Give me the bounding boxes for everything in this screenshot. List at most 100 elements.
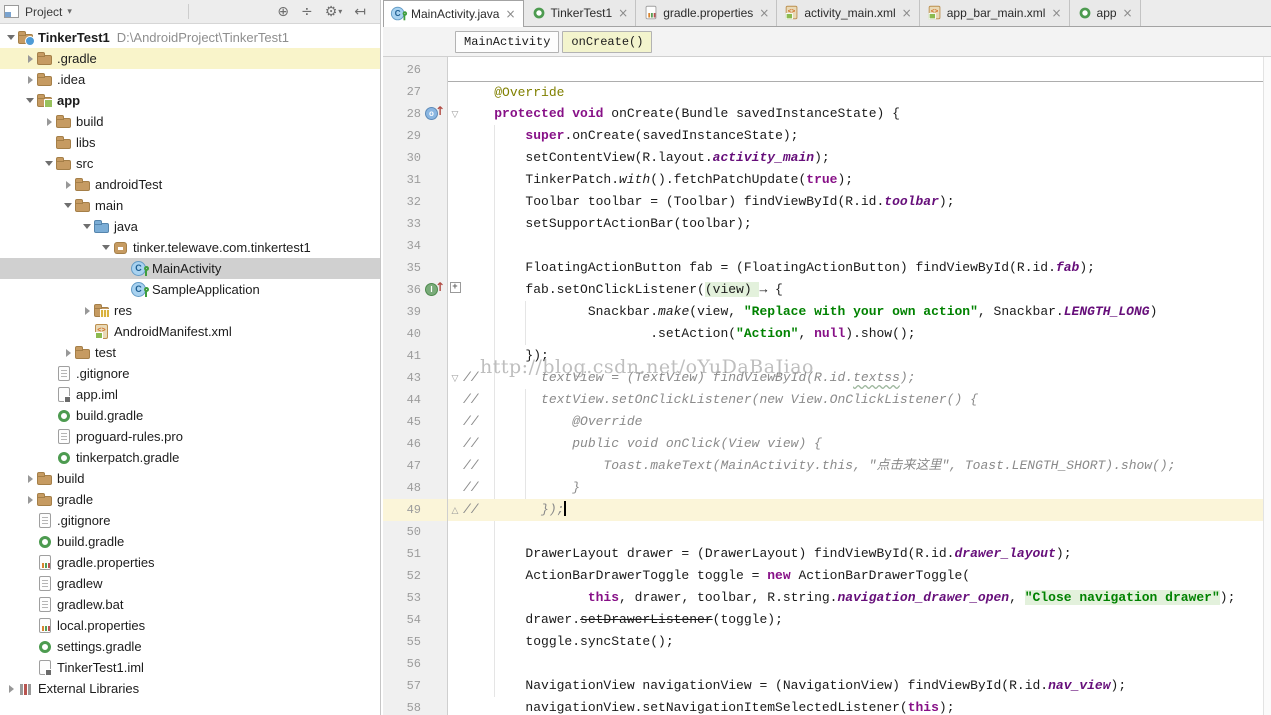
expand-arrow-icon[interactable]	[80, 303, 94, 318]
code-line-content[interactable]: fab.setOnClickListener((view) → {	[463, 279, 1263, 301]
line-number[interactable]: 52	[383, 565, 425, 587]
tree-item-proguard-rules-pro[interactable]: proguard-rules.pro	[0, 426, 380, 447]
breadcrumb-mainactivity[interactable]: MainActivity	[455, 30, 560, 53]
implements-method-icon[interactable]	[425, 279, 447, 301]
fold-open-icon[interactable]: ▽	[452, 110, 459, 120]
tree-item-gradlew[interactable]: gradlew	[0, 573, 380, 594]
code-line-content[interactable]	[463, 653, 1263, 675]
tree-item-mainactivity[interactable]: MainActivity	[0, 258, 380, 279]
tree-item-res[interactable]: res	[0, 300, 380, 321]
line-number[interactable]: 28	[383, 103, 425, 125]
tree-item-tinker-telewave-com-tinkertest1[interactable]: tinker.telewave.com.tinkertest1	[0, 237, 380, 258]
project-view-selector[interactable]: Project	[25, 5, 62, 19]
tab-activity-main-xml[interactable]: activity_main.xml ×	[777, 0, 920, 26]
tool-window-icon[interactable]	[4, 5, 19, 18]
line-number[interactable]: 47	[383, 455, 425, 477]
line-number[interactable]: 44	[383, 389, 425, 411]
tab-gradle-properties[interactable]: gradle.properties ×	[636, 0, 778, 26]
tab-tinkertest1[interactable]: TinkerTest1 ×	[523, 0, 637, 26]
tree-item-test[interactable]: test	[0, 342, 380, 363]
editor-scrollbar[interactable]	[1263, 57, 1271, 715]
code-line-content[interactable]: super.onCreate(savedInstanceState);	[463, 125, 1263, 147]
expand-arrow-icon[interactable]	[23, 471, 37, 486]
expand-arrow-icon[interactable]	[23, 492, 37, 507]
collapse-arrow-icon[interactable]	[23, 93, 37, 108]
line-number[interactable]: 49	[383, 499, 425, 521]
code-line-content[interactable]: // textView = (TextView) findViewById(R.…	[463, 367, 1263, 389]
line-number[interactable]: 48	[383, 477, 425, 499]
hide-panel-icon[interactable]: ↤	[354, 4, 366, 20]
line-number[interactable]: 57	[383, 675, 425, 697]
tree-item-gradle[interactable]: gradle	[0, 489, 380, 510]
code-line-content[interactable]: Toolbar toolbar = (Toolbar) findViewById…	[463, 191, 1263, 213]
close-tab-icon[interactable]: ×	[1123, 6, 1133, 20]
close-tab-icon[interactable]: ×	[505, 7, 515, 21]
code-line-content[interactable]: setContentView(R.layout.activity_main);	[463, 147, 1263, 169]
line-number[interactable]: 54	[383, 609, 425, 631]
line-number[interactable]: 35	[383, 257, 425, 279]
close-tab-icon[interactable]: ×	[618, 6, 628, 20]
tree-item-build[interactable]: build	[0, 111, 380, 132]
line-number[interactable]: 41	[383, 345, 425, 367]
chevron-down-icon[interactable]: ▾	[67, 7, 72, 17]
line-number[interactable]: 40	[383, 323, 425, 345]
expand-arrow-icon[interactable]	[61, 345, 75, 360]
code-line-content[interactable]	[463, 521, 1263, 543]
tree-item-build-gradle[interactable]: build.gradle	[0, 531, 380, 552]
tree-item-gitignore[interactable]: .gitignore	[0, 363, 380, 384]
line-number[interactable]: 26	[383, 59, 425, 81]
tree-item-tinkerpatch-gradle[interactable]: tinkerpatch.gradle	[0, 447, 380, 468]
tree-item-app-iml[interactable]: app.iml	[0, 384, 380, 405]
tab-mainactivity-java[interactable]: MainActivity.java ×	[383, 0, 524, 27]
collapse-arrow-icon[interactable]	[99, 240, 113, 255]
collapse-arrow-icon[interactable]	[80, 219, 94, 234]
settings-gear-icon[interactable]: ⚙▾	[325, 4, 343, 20]
code-line-content[interactable]: // });	[463, 499, 1263, 521]
line-number[interactable]: 50	[383, 521, 425, 543]
line-number[interactable]: 53	[383, 587, 425, 609]
line-number[interactable]: 32	[383, 191, 425, 213]
expand-arrow-icon[interactable]	[23, 72, 37, 87]
code-line-content[interactable]: TinkerPatch.with().fetchPatchUpdate(true…	[463, 169, 1263, 191]
code-line-content[interactable]: navigationView.setNavigationItemSelected…	[463, 697, 1263, 715]
line-number[interactable]: 33	[383, 213, 425, 235]
collapse-all-icon[interactable]: ÷	[301, 4, 313, 20]
tab-app-bar-main-xml[interactable]: app_bar_main.xml ×	[919, 0, 1070, 26]
tree-item-idea[interactable]: .idea	[0, 69, 380, 90]
tree-item-gradle-properties[interactable]: gradle.properties	[0, 552, 380, 573]
line-number[interactable]: 46	[383, 433, 425, 455]
tree-item-build[interactable]: build	[0, 468, 380, 489]
tree-item-settings-gradle[interactable]: settings.gradle	[0, 636, 380, 657]
fold-close-icon[interactable]: △	[452, 506, 459, 516]
tree-item-tinkertest1[interactable]: TinkerTest1 D:\AndroidProject\TinkerTest1	[0, 27, 380, 48]
line-number[interactable]: 55	[383, 631, 425, 653]
collapse-arrow-icon[interactable]	[4, 30, 18, 45]
close-tab-icon[interactable]: ×	[759, 6, 769, 20]
code-line-content[interactable]	[463, 59, 1263, 81]
code-line-content[interactable]: // Toast.makeText(MainActivity.this, "点击…	[463, 455, 1263, 477]
code-line-content[interactable]: this, drawer, toolbar, R.string.navigati…	[463, 587, 1263, 609]
code-line-content[interactable]: FloatingActionButton fab = (FloatingActi…	[463, 257, 1263, 279]
line-number[interactable]: 39	[383, 301, 425, 323]
locate-icon[interactable]: ⊕	[277, 4, 289, 20]
tree-item-gradlew-bat[interactable]: gradlew.bat	[0, 594, 380, 615]
code-line-content[interactable]: NavigationView navigationView = (Navigat…	[463, 675, 1263, 697]
code-line-content[interactable]: // textView.setOnClickListener(new View.…	[463, 389, 1263, 411]
line-number[interactable]: 27	[383, 81, 425, 103]
tree-item-libs[interactable]: libs	[0, 132, 380, 153]
line-number[interactable]: 45	[383, 411, 425, 433]
tree-item-sampleapplication[interactable]: SampleApplication	[0, 279, 380, 300]
expand-arrow-icon[interactable]	[61, 177, 75, 192]
collapse-arrow-icon[interactable]	[42, 156, 56, 171]
code-line-content[interactable]: DrawerLayout drawer = (DrawerLayout) fin…	[463, 543, 1263, 565]
code-line-content[interactable]: ActionBarDrawerToggle toggle = new Actio…	[463, 565, 1263, 587]
tree-item-src[interactable]: src	[0, 153, 380, 174]
tree-item-gitignore[interactable]: .gitignore	[0, 510, 380, 531]
code-line-content[interactable]: .setAction("Action", null).show();	[463, 323, 1263, 345]
fold-expand-icon[interactable]: +	[449, 282, 461, 293]
code-line-content[interactable]: drawer.setDrawerListener(toggle);	[463, 609, 1263, 631]
tree-item-gradle[interactable]: .gradle	[0, 48, 380, 69]
close-tab-icon[interactable]: ×	[902, 6, 912, 20]
line-number[interactable]: 30	[383, 147, 425, 169]
breadcrumb-oncreate[interactable]: onCreate()	[562, 30, 653, 53]
